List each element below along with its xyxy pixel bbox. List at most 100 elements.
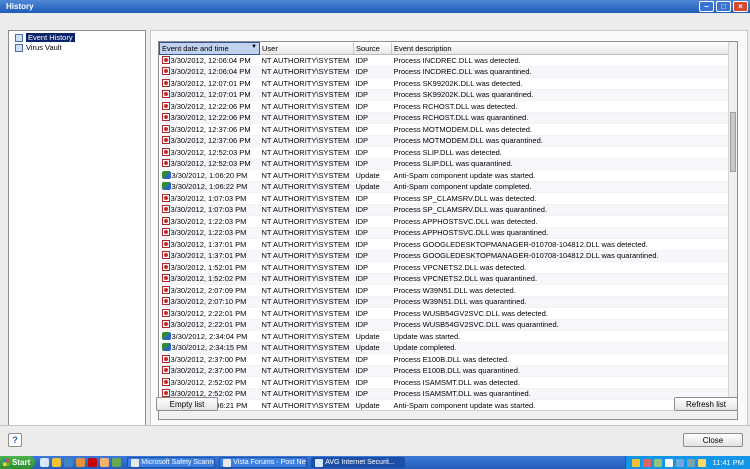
task-avg-internet-security[interactable]: AVG Internet Securit... [311, 457, 406, 468]
threat-event-icon [161, 113, 170, 122]
vertical-scrollbar[interactable] [728, 42, 737, 419]
table-row[interactable]: 3/30/2012, 2:52:02 PM NT AUTHORITY\SYSTEM… [159, 376, 730, 389]
table-row[interactable]: 3/30/2012, 1:22:03 PM NT AUTHORITY\SYSTEM… [159, 227, 730, 239]
cell-date: 3/30/2012, 2:34:04 PM [159, 330, 260, 343]
cell-source: IDP [353, 77, 392, 90]
table-row[interactable]: 3/30/2012, 12:52:03 PM NT AUTHORITY\SYSTE… [159, 146, 730, 159]
horizontal-scrollbar[interactable] [159, 410, 730, 419]
task-vista-forums[interactable]: Vista Forums - Post New ... [219, 457, 308, 468]
cell-user: NT AUTHORITY\SYSTEM [259, 89, 354, 101]
cell-user: NT AUTHORITY\SYSTEM [259, 54, 354, 67]
cell-user: NT AUTHORITY\SYSTEM [259, 123, 354, 136]
navigation-tree: Event History Virus Vault [8, 30, 146, 431]
column-header-date[interactable]: Event date and time ▼ [159, 42, 260, 55]
cell-source: IDP [353, 146, 392, 159]
chrome-icon[interactable] [112, 458, 122, 467]
table-row[interactable]: 3/30/2012, 1:06:22 PM NT AUTHORITY\SYSTEM… [159, 181, 730, 193]
table-row[interactable]: 3/30/2012, 1:37:01 PM NT AUTHORITY\SYSTEM… [159, 238, 730, 251]
table-row[interactable]: 3/30/2012, 12:06:04 PM NT AUTHORITY\SYSTE… [159, 66, 730, 78]
table-row[interactable]: 3/30/2012, 1:07:03 PM NT AUTHORITY\SYSTEM… [159, 192, 730, 205]
table-row[interactable]: 3/30/2012, 2:22:01 PM NT AUTHORITY\SYSTEM… [159, 319, 730, 331]
table-row[interactable]: 3/30/2012, 2:37:00 PM NT AUTHORITY\SYSTEM… [159, 353, 730, 366]
table-row[interactable]: 3/30/2012, 1:07:03 PM NT AUTHORITY\SYSTEM… [159, 204, 730, 216]
table-row[interactable]: 3/30/2012, 1:52:01 PM NT AUTHORITY\SYSTEM… [159, 261, 730, 274]
table-row[interactable]: 3/30/2012, 12:22:06 PM NT AUTHORITY\SYSTE… [159, 100, 730, 113]
close-window-button[interactable]: × [733, 1, 748, 12]
cell-user: NT AUTHORITY\SYSTEM [259, 146, 354, 159]
cell-user: NT AUTHORITY\SYSTEM [259, 284, 354, 297]
task-label: AVG Internet Securit... [325, 458, 395, 466]
volume-icon[interactable] [698, 458, 707, 467]
cell-description: Process APPHOSTSVC.DLL was detected. [391, 215, 730, 228]
table-row[interactable]: 3/30/2012, 12:52:03 PM NT AUTHORITY\SYSTE… [159, 158, 730, 170]
threat-event-icon [161, 136, 170, 145]
event-history-panel: Event date and time ▼ User Source Event d… [150, 30, 748, 431]
table-row[interactable]: 3/30/2012, 2:34:15 PM NT AUTHORITY\SYSTEM… [159, 342, 730, 354]
table-row[interactable]: 3/30/2012, 2:34:04 PM NT AUTHORITY\SYSTEM… [159, 330, 730, 343]
table-row[interactable]: 3/30/2012, 1:22:03 PM NT AUTHORITY\SYSTEM… [159, 215, 730, 228]
table-row[interactable]: 3/30/2012, 12:37:06 PM NT AUTHORITY\SYSTE… [159, 135, 730, 147]
cell-source: IDP [353, 261, 392, 274]
cell-user: NT AUTHORITY\SYSTEM [259, 215, 354, 228]
tool-icon[interactable] [100, 458, 110, 467]
column-header-description[interactable]: Event description [391, 42, 730, 55]
threat-event-icon [161, 67, 170, 76]
column-header-source[interactable]: Source [353, 42, 392, 55]
start-button[interactable]: Start [0, 456, 36, 469]
table-row[interactable]: 3/30/2012, 12:07:01 PM NT AUTHORITY\SYSTE… [159, 77, 730, 90]
cell-date: 3/30/2012, 12:06:04 PM [159, 66, 260, 78]
tray-icon[interactable] [632, 458, 641, 467]
threat-event-icon [161, 147, 170, 156]
table-row[interactable]: 3/30/2012, 2:37:00 PM NT AUTHORITY\SYSTEM… [159, 365, 730, 377]
cell-description: Process E100B.DLL was quarantined. [391, 365, 730, 377]
avg-icon [315, 458, 324, 467]
column-header-user[interactable]: User [259, 42, 354, 55]
table-row[interactable]: 3/30/2012, 2:22:01 PM NT AUTHORITY\SYSTEM… [159, 307, 730, 320]
cell-source: IDP [353, 319, 392, 331]
cell-description: Process WUSB54GV2SVC.DLL was quarantined… [391, 319, 730, 331]
cell-source: IDP [353, 365, 392, 377]
threat-event-icon [161, 285, 170, 294]
tray-icon[interactable] [676, 458, 685, 467]
help-button[interactable]: ? [8, 433, 22, 447]
tray-icon[interactable] [665, 458, 674, 467]
tree-item-virus-vault[interactable]: Virus Vault [15, 43, 62, 52]
task-microsoft-safety-scanner[interactable]: Microsoft Safety Scanne... [127, 457, 216, 468]
cell-source: IDP [353, 192, 392, 205]
media-icon[interactable] [88, 458, 98, 467]
folder-icon[interactable] [52, 458, 62, 467]
tray-icon[interactable] [643, 458, 652, 467]
table-row[interactable]: 3/30/2012, 12:07:01 PM NT AUTHORITY\SYSTE… [159, 89, 730, 101]
cell-source: IDP [353, 89, 392, 101]
update-event-icon [161, 182, 171, 191]
cell-date: 3/30/2012, 2:34:15 PM [159, 342, 260, 354]
minimize-button[interactable]: – [699, 1, 714, 12]
cell-user: NT AUTHORITY\SYSTEM [259, 158, 354, 170]
scrollbar-thumb[interactable] [730, 112, 736, 172]
network-icon[interactable] [687, 458, 696, 467]
table-row[interactable]: 3/30/2012, 12:37:06 PM NT AUTHORITY\SYSTE… [159, 123, 730, 136]
cell-date: 3/30/2012, 12:52:03 PM [159, 146, 260, 159]
close-button[interactable]: Close [683, 433, 743, 447]
refresh-list-button[interactable]: Refresh list [674, 397, 738, 411]
firefox-icon[interactable] [76, 458, 86, 467]
table-row[interactable]: 3/30/2012, 2:07:09 PM NT AUTHORITY\SYSTEM… [159, 284, 730, 297]
tree-item-event-history[interactable]: Event History [15, 33, 75, 42]
clock: 11:41 PM [712, 458, 744, 467]
table-row[interactable]: 3/30/2012, 2:52:02 PM NT AUTHORITY\SYSTEM… [159, 388, 730, 400]
table-row[interactable]: 3/30/2012, 2:07:10 PM NT AUTHORITY\SYSTEM… [159, 296, 730, 308]
internet-explorer-icon[interactable] [64, 458, 74, 467]
table-row[interactable]: 3/30/2012, 1:52:02 PM NT AUTHORITY\SYSTEM… [159, 273, 730, 285]
table-row[interactable]: 3/30/2012, 12:22:06 PM NT AUTHORITY\SYSTE… [159, 112, 730, 124]
table-row[interactable]: 3/30/2012, 12:06:04 PM NT AUTHORITY\SYSTE… [159, 54, 730, 67]
tray-icon[interactable] [654, 458, 663, 467]
empty-list-button[interactable]: Empty list [156, 397, 218, 411]
show-desktop-icon[interactable] [40, 458, 50, 467]
cell-description: Process SK99202K.DLL was detected. [391, 77, 730, 90]
cell-description: Process APPHOSTSVC.DLL was quarantined. [391, 227, 730, 239]
table-row[interactable]: 3/30/2012, 1:06:20 PM NT AUTHORITY\SYSTEM… [159, 169, 730, 182]
maximize-button[interactable]: □ [716, 1, 731, 12]
update-event-icon [161, 170, 171, 179]
table-row[interactable]: 3/30/2012, 1:37:01 PM NT AUTHORITY\SYSTEM… [159, 250, 730, 262]
cell-date: 3/30/2012, 2:07:09 PM [159, 284, 260, 297]
